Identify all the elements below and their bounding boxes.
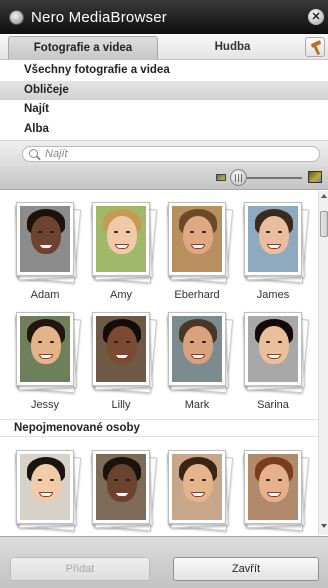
eye xyxy=(266,231,270,233)
photo-stack xyxy=(14,311,82,394)
face-thumbnail xyxy=(16,450,74,524)
eye xyxy=(278,479,282,481)
zoom-slider-knob[interactable] xyxy=(230,169,247,186)
face-thumbnail xyxy=(92,202,150,276)
person-name: Jessy xyxy=(30,399,60,411)
eye xyxy=(50,479,54,481)
face-thumbnail xyxy=(244,450,302,524)
face-thumbnail xyxy=(92,312,150,386)
face-image xyxy=(248,454,298,520)
close-button[interactable]: Zavřít xyxy=(173,557,319,581)
photo-stack xyxy=(90,449,158,532)
eye xyxy=(38,479,42,481)
photo-stack xyxy=(14,201,82,284)
face-image xyxy=(248,316,298,382)
face-thumbnail xyxy=(168,450,226,524)
face-image xyxy=(172,454,222,520)
add-button[interactable]: Přidat xyxy=(10,557,150,581)
photo-stack xyxy=(242,311,310,394)
face-thumbnail xyxy=(168,202,226,276)
eye xyxy=(278,341,282,343)
search-icon xyxy=(29,149,38,158)
eye xyxy=(202,341,206,343)
eye xyxy=(266,479,270,481)
face-image xyxy=(20,206,70,272)
category-faces[interactable]: Obličeje xyxy=(0,80,328,100)
photo-stack xyxy=(166,311,234,394)
scroll-up-arrow-icon[interactable] xyxy=(321,194,327,198)
eye xyxy=(202,231,206,233)
eye xyxy=(190,231,194,233)
person-name: Mark xyxy=(184,399,210,411)
scroll-down-arrow-icon[interactable] xyxy=(321,524,327,528)
eye xyxy=(126,341,130,343)
face-image xyxy=(248,206,298,272)
zoom-bar xyxy=(0,166,328,190)
search-box[interactable] xyxy=(22,146,320,162)
small-thumbnail-icon[interactable] xyxy=(216,174,226,181)
tab-music[interactable]: Hudba xyxy=(160,36,305,60)
face-image xyxy=(96,316,146,382)
face-image xyxy=(96,206,146,272)
person-name: James xyxy=(256,289,290,301)
photo-stack xyxy=(90,201,158,284)
face-image xyxy=(172,206,222,272)
face-thumbnail xyxy=(16,312,74,386)
person-name: Eberhard xyxy=(174,289,220,301)
eye xyxy=(202,479,206,481)
footer: Přidat Zavřít xyxy=(0,536,328,588)
close-icon[interactable]: ✕ xyxy=(308,9,324,25)
eye xyxy=(114,479,118,481)
title-bar: Nero MediaBrowser ✕ xyxy=(0,0,328,34)
eye xyxy=(50,341,54,343)
category-list: Všechny fotografie a videa Obličeje Nají… xyxy=(0,61,328,139)
face-thumbnail xyxy=(92,450,150,524)
face-thumbnail xyxy=(244,312,302,386)
window-title: Nero MediaBrowser xyxy=(31,9,167,26)
eye xyxy=(114,341,118,343)
face-image xyxy=(172,316,222,382)
photo-stack xyxy=(90,311,158,394)
large-thumbnail-icon[interactable] xyxy=(308,171,322,183)
face-image xyxy=(96,454,146,520)
photo-stack xyxy=(166,449,234,532)
person-name: Amy xyxy=(110,289,132,301)
unnamed-section-header: Nepojmenované osoby xyxy=(0,419,318,437)
search-bar xyxy=(0,140,328,166)
photo-stack xyxy=(14,449,82,532)
category-find[interactable]: Najít xyxy=(0,100,328,120)
faces-grid: Adam Amy Eberhard James Jessy Lilly Mark Sarina… xyxy=(0,191,318,535)
face-thumbnail xyxy=(244,202,302,276)
face-image xyxy=(20,316,70,382)
photo-stack xyxy=(242,449,310,532)
tab-photos-videos[interactable]: Fotografie a videa xyxy=(8,36,158,60)
person-name: Adam xyxy=(30,289,60,301)
eye xyxy=(126,479,130,481)
photo-stack xyxy=(242,201,310,284)
category-all-photos[interactable]: Všechny fotografie a videa xyxy=(0,61,328,81)
eye xyxy=(38,341,42,343)
category-albums[interactable]: Alba xyxy=(0,120,328,140)
tab-bar: Fotografie a videa Hudba xyxy=(0,34,328,60)
eye xyxy=(190,479,194,481)
scroll-thumb[interactable] xyxy=(320,211,328,237)
photo-stack xyxy=(166,201,234,284)
eye xyxy=(114,231,118,233)
scrollbar[interactable] xyxy=(318,191,328,535)
eye xyxy=(278,231,282,233)
person-name: Lilly xyxy=(111,399,131,411)
eye xyxy=(266,341,270,343)
face-thumbnail xyxy=(16,202,74,276)
person-name: Sarina xyxy=(257,399,289,411)
face-image xyxy=(20,454,70,520)
search-input[interactable] xyxy=(45,147,305,161)
tools-button[interactable] xyxy=(305,37,325,57)
nero-logo-icon xyxy=(9,10,24,25)
eye xyxy=(50,231,54,233)
eye xyxy=(190,341,194,343)
face-thumbnail xyxy=(168,312,226,386)
eye xyxy=(38,231,42,233)
eye xyxy=(126,231,130,233)
